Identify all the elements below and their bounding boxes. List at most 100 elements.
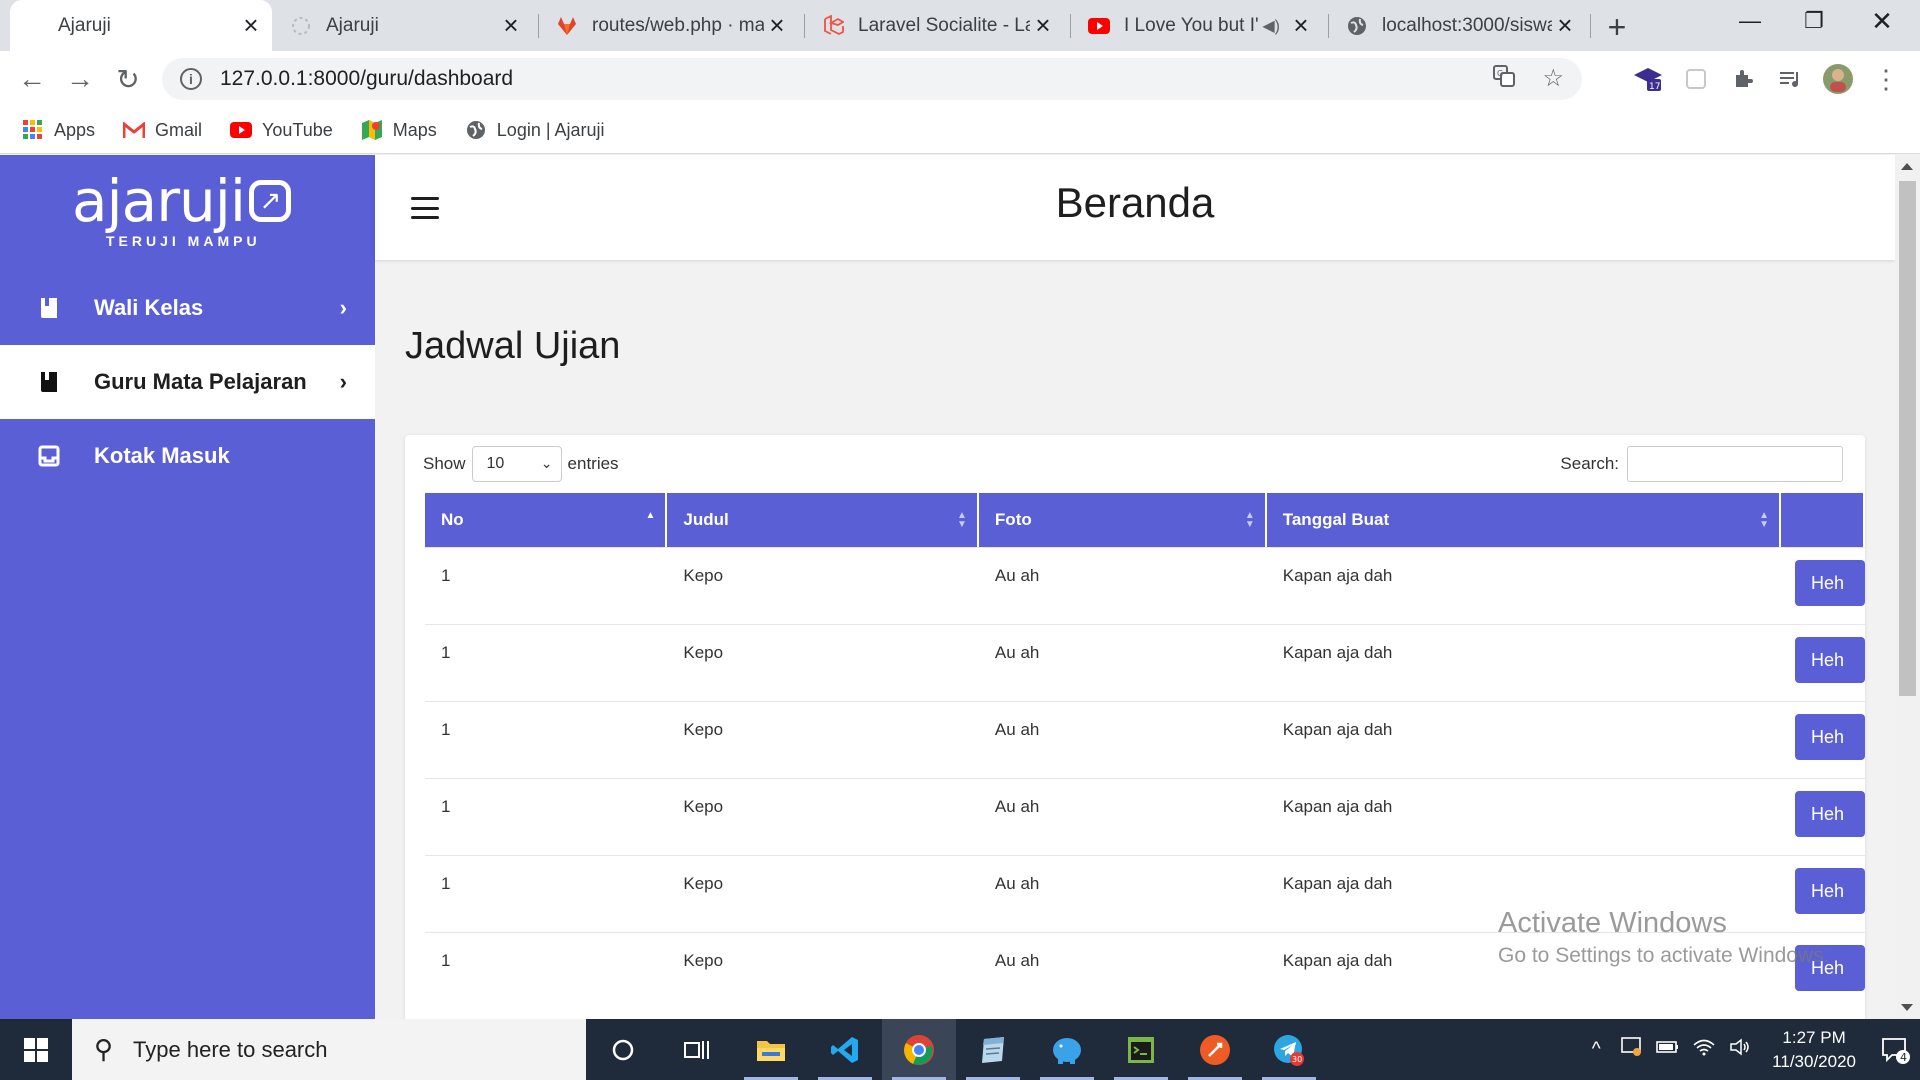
scroll-down-arrow-icon[interactable]: [1901, 1004, 1913, 1011]
tableplus-elephant-icon[interactable]: [1030, 1019, 1104, 1080]
chrome-menu-icon[interactable]: ⋮: [1870, 63, 1902, 95]
bookmark-youtube[interactable]: YouTube: [230, 119, 333, 141]
reload-button[interactable]: ↻: [108, 59, 148, 99]
notepad-app-icon[interactable]: [956, 1019, 1030, 1080]
terminal-app-icon[interactable]: [1104, 1019, 1178, 1080]
postman-icon[interactable]: [1178, 1019, 1252, 1080]
close-icon[interactable]: ×: [764, 10, 790, 40]
cell-no: 1: [425, 547, 668, 624]
bookmark-star-icon[interactable]: ☆: [1542, 64, 1564, 95]
search-input[interactable]: [1627, 446, 1843, 482]
scroll-thumb[interactable]: [1899, 181, 1916, 696]
battery-icon[interactable]: [1650, 1039, 1686, 1061]
minimize-button[interactable]: —: [1718, 0, 1782, 42]
taskbar-search-box[interactable]: ⚲ Type here to search: [72, 1019, 586, 1080]
address-bar[interactable]: i 127.0.0.1:8000/guru/dashboard G ☆: [162, 58, 1582, 100]
graduation-cap-extension-icon[interactable]: 17: [1632, 63, 1664, 95]
browser-tab-4[interactable]: Laravel Socialite - La ×: [810, 0, 1064, 51]
browser-tab-2[interactable]: Ajaruji ×: [278, 0, 532, 51]
top-header: Beranda: [375, 155, 1895, 260]
chrome-icon[interactable]: [882, 1019, 956, 1080]
loading-icon: [290, 15, 312, 37]
media-control-icon[interactable]: [1774, 63, 1806, 95]
vscode-icon[interactable]: [808, 1019, 882, 1080]
tab-title: I Love You but I': [1124, 14, 1259, 36]
cortana-icon[interactable]: [586, 1019, 660, 1080]
logo-tagline: TERUJI MAMPU: [106, 233, 261, 249]
column-header-no[interactable]: No ▲: [425, 493, 668, 547]
bookmark-maps[interactable]: Maps: [361, 119, 437, 141]
close-icon[interactable]: ×: [1030, 10, 1056, 40]
cell-tanggal: Kapan aja dah: [1266, 547, 1781, 624]
cell-tanggal: Kapan aja dah: [1266, 778, 1781, 855]
row-action-button[interactable]: Heh: [1794, 560, 1865, 606]
notification-center-icon[interactable]: 4: [1870, 1019, 1920, 1080]
section-title: Jadwal Ujian: [405, 325, 621, 367]
extension-icon[interactable]: [1680, 63, 1712, 95]
cell-judul: Kepo: [667, 547, 979, 624]
new-tab-button[interactable]: +: [1600, 9, 1634, 45]
chevron-up-icon[interactable]: ^: [1578, 1039, 1614, 1061]
activate-windows-watermark: Activate Windows Go to Settings to activ…: [1498, 907, 1830, 968]
url-text: 127.0.0.1:8000/guru/dashboard: [220, 67, 514, 90]
sidebar-item-guru-mata-pelajaran[interactable]: Guru Mata Pelajaran ›: [0, 345, 375, 419]
entries-select[interactable]: 10 ⌄: [471, 446, 562, 482]
web-page: ajaruji ↗ TERUJI MAMPU Wali Kelas › Guru…: [0, 155, 1920, 1019]
windows-start-icon[interactable]: [0, 1019, 72, 1080]
bookmark-label: Maps: [392, 119, 437, 140]
translate-icon[interactable]: G: [1492, 64, 1516, 95]
clock-date: 11/30/2020: [1772, 1051, 1856, 1071]
gitlab-icon: [556, 15, 578, 37]
youtube-icon: [230, 119, 253, 141]
browser-tab-5[interactable]: I Love You but I' ◀) ×: [1076, 0, 1322, 51]
column-header-foto[interactable]: Foto ▲ ▼: [978, 493, 1267, 547]
row-action-button[interactable]: Heh: [1794, 791, 1865, 837]
column-header-judul[interactable]: Judul ▲ ▼: [667, 493, 979, 547]
volume-icon[interactable]: [1722, 1037, 1758, 1062]
page-title: Beranda: [1055, 179, 1215, 226]
browser-tab-3[interactable]: routes/web.php · ma ×: [544, 0, 798, 51]
system-clock[interactable]: 1:27 PM 11/30/2020: [1772, 1026, 1856, 1074]
close-icon[interactable]: ×: [498, 10, 524, 40]
browser-tab-6[interactable]: localhost:3000/siswa ×: [1334, 0, 1586, 51]
bookmark-gmail[interactable]: Gmail: [123, 119, 202, 141]
bookmark-apps[interactable]: Apps: [22, 119, 95, 141]
row-action-button[interactable]: Heh: [1794, 714, 1865, 760]
sort-icon: ▲ ▼: [957, 510, 967, 530]
close-icon[interactable]: ×: [1552, 10, 1578, 40]
telegram-icon[interactable]: 30: [1252, 1019, 1326, 1080]
row-action-button[interactable]: Heh: [1794, 637, 1865, 683]
site-info-icon[interactable]: i: [180, 68, 202, 90]
cell-foto: Au ah: [978, 624, 1267, 701]
speaker-icon[interactable]: ◀): [1262, 16, 1280, 36]
sort-asc-icon: ▲: [645, 510, 656, 521]
task-view-icon[interactable]: [660, 1019, 734, 1080]
page-scrollbar[interactable]: [1895, 155, 1920, 1019]
wifi-icon[interactable]: [1686, 1038, 1722, 1062]
bookmark-login-ajaruji[interactable]: Login | Ajaruji: [465, 119, 605, 141]
file-explorer-icon[interactable]: [734, 1019, 808, 1080]
column-header-tanggal-buat[interactable]: Tanggal Buat ▲ ▼: [1266, 493, 1781, 547]
browser-tab-1[interactable]: Ajaruji ×: [10, 0, 272, 51]
restore-button[interactable]: ❐: [1782, 0, 1846, 42]
close-icon[interactable]: ×: [1288, 10, 1314, 40]
logo-text: ajaruji: [72, 167, 246, 235]
globe-icon: [465, 119, 487, 141]
apps-grid-icon: [22, 119, 44, 141]
close-icon[interactable]: ×: [238, 10, 264, 40]
cell-no: 1: [425, 778, 668, 855]
sidebar-item-wali-kelas[interactable]: Wali Kelas ›: [0, 271, 375, 345]
puzzle-extensions-icon[interactable]: [1728, 63, 1760, 95]
gmail-icon: [123, 119, 146, 141]
profile-avatar[interactable]: [1822, 63, 1854, 95]
window-close-button[interactable]: ✕: [1850, 0, 1914, 42]
forward-button[interactable]: →: [60, 59, 100, 99]
update-icon[interactable]: [1614, 1036, 1650, 1063]
scroll-up-arrow-icon[interactable]: [1901, 163, 1913, 170]
cell-foto: Au ah: [978, 778, 1267, 855]
sidebar-item-label: Wali Kelas: [94, 295, 204, 320]
back-button[interactable]: ←: [12, 59, 52, 99]
sidebar-item-kotak-masuk[interactable]: Kotak Masuk: [0, 419, 375, 493]
table-row: 1 Kepo Au ah Kapan aja dah Heh: [425, 701, 1865, 778]
logo[interactable]: ajaruji ↗ TERUJI MAMPU: [72, 171, 307, 249]
